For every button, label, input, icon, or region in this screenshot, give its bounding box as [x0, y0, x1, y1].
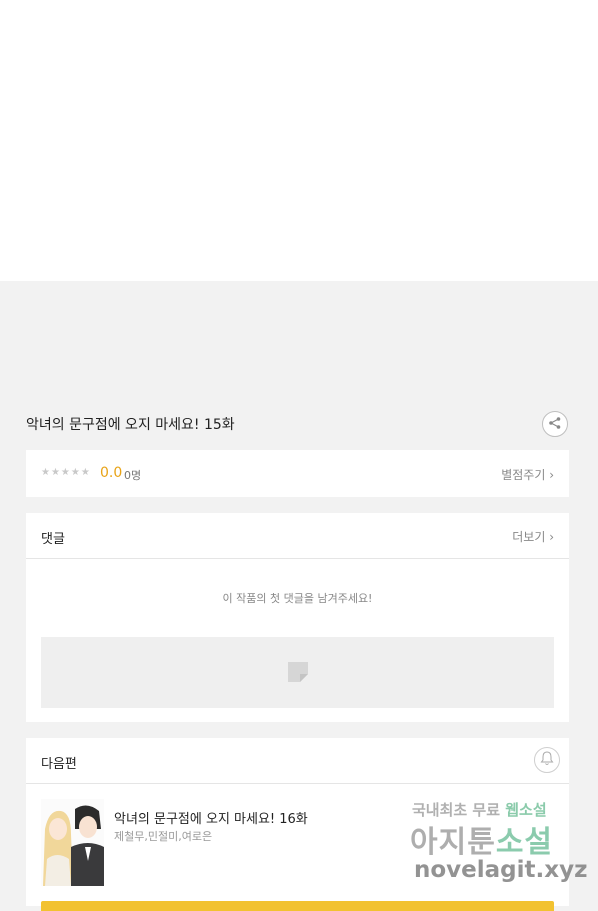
rating-score: 0.0 — [100, 465, 123, 481]
rate-button[interactable]: 별점주기 › — [501, 466, 554, 483]
write-icon — [288, 662, 308, 686]
comment-input-box[interactable] — [41, 637, 554, 708]
divider — [26, 783, 569, 784]
next-episode-header: 다음편 — [41, 757, 77, 772]
next-episode-thumbnail[interactable] — [41, 799, 104, 886]
empty-comments-message: 이 작품의 첫 댓글을 남겨주세요! — [222, 592, 373, 605]
share-icon — [548, 415, 562, 434]
next-episode-button[interactable] — [41, 901, 554, 911]
watermark-url: novelagit.xyz — [414, 857, 588, 883]
watermark-logo: 아지툰소설 — [410, 825, 554, 860]
comments-header: 댓글 — [41, 532, 65, 547]
notify-button[interactable] — [534, 747, 560, 773]
site-watermark: 국내최초 무료 웹소설 아지툰소설 novelagit.xyz — [410, 797, 587, 889]
rating-count: 0명 — [124, 469, 142, 482]
content-image-area — [0, 0, 598, 281]
episode-title: 악녀의 문구점에 오지 마세요! 15화 — [26, 417, 235, 433]
bell-icon — [539, 750, 555, 770]
share-button[interactable] — [542, 411, 568, 437]
divider — [26, 558, 569, 559]
next-episode-authors: 제철무,민절미,여로은 — [114, 830, 213, 843]
rating-stars: ★★★★★ — [41, 467, 91, 478]
next-episode-title[interactable]: 악녀의 문구점에 오지 마세요! 16화 — [114, 808, 308, 827]
rating-panel: ★★★★★ 0.0 0명 별점주기 › — [26, 450, 569, 497]
comments-panel: 댓글 더보기 › 이 작품의 첫 댓글을 남겨주세요! — [26, 513, 569, 722]
comments-more-link[interactable]: 더보기 › — [512, 528, 554, 545]
